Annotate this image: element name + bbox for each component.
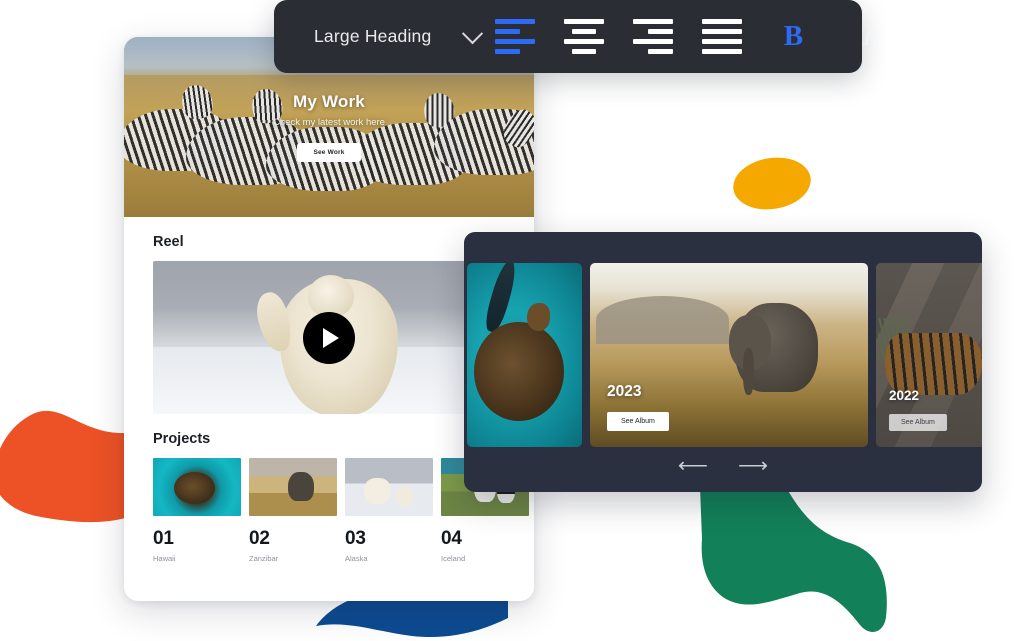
project-label: Iceland [441,554,466,563]
project-label: Hawaii [153,554,176,563]
project-thumbnail [345,458,433,516]
project-number: 01 [153,528,174,549]
scene: My Work Check my latest work here See Wo… [0,0,1024,641]
gallery-slide-turtle[interactable] [467,263,582,447]
arrow-left-icon[interactable]: ⟵ [678,455,708,476]
align-justify-icon [701,19,742,54]
play-icon[interactable] [303,311,355,364]
see-album-button[interactable]: See Album [607,412,669,431]
gallery-card: 2023 See Album 2022 See Album ⟵ ⟶ [464,232,982,492]
align-center-icon [563,19,604,54]
arrow-right-icon[interactable]: ⟶ [738,455,768,476]
align-left-icon [494,19,535,54]
gallery-slide-2022[interactable]: 2022 See Album [876,263,982,447]
play-triangle [323,327,339,348]
project-thumbnail [153,458,241,516]
project-label: Zanzibar [249,554,279,563]
align-left-button[interactable] [480,0,549,73]
bold-button[interactable]: B [756,0,830,73]
alignment-button-group [480,0,756,73]
gallery-slide-2023[interactable]: 2023 See Album [590,263,868,447]
decor-blob-yellow [729,152,815,215]
reel-video[interactable] [153,261,505,414]
project-label: Alaska [345,554,368,563]
projects-grid: 01 Hawaii 02 Zanzibar 03 Alaska 04 Icela… [153,458,529,563]
text-format-toolbar: Large Heading B I [274,0,872,73]
italic-button[interactable]: I [830,0,904,73]
gallery-navigation: ⟵ ⟶ [464,455,982,476]
gallery-slide-year: 2023 [607,383,642,400]
project-thumbnail [249,458,337,516]
align-right-button[interactable] [618,0,687,73]
hero-title: My Work [293,92,365,111]
polar-bear-arm [251,288,296,355]
gallery-slide-year: 2022 [889,388,920,403]
align-center-button[interactable] [549,0,618,73]
project-item[interactable]: 03 Alaska [345,458,433,563]
hero-subtitle: Check my latest work here [273,117,385,128]
text-style-button-group: B I [756,0,904,73]
decor-blob-orange [0,410,132,523]
see-album-button[interactable]: See Album [889,414,947,431]
project-item[interactable]: 02 Zanzibar [249,458,337,563]
polar-bear-head [307,274,354,317]
align-right-icon [632,19,673,54]
project-number: 02 [249,528,270,549]
heading-style-dropdown[interactable]: Large Heading [274,23,484,47]
gallery-slides: 2023 See Album 2022 See Album [464,263,982,447]
decor-blob-green [700,487,887,632]
heading-style-value: Large Heading [314,26,432,46]
project-number: 03 [345,528,366,549]
project-item[interactable]: 01 Hawaii [153,458,241,563]
align-justify-button[interactable] [687,0,756,73]
see-work-button[interactable]: See Work [297,143,361,162]
project-number: 04 [441,528,462,549]
